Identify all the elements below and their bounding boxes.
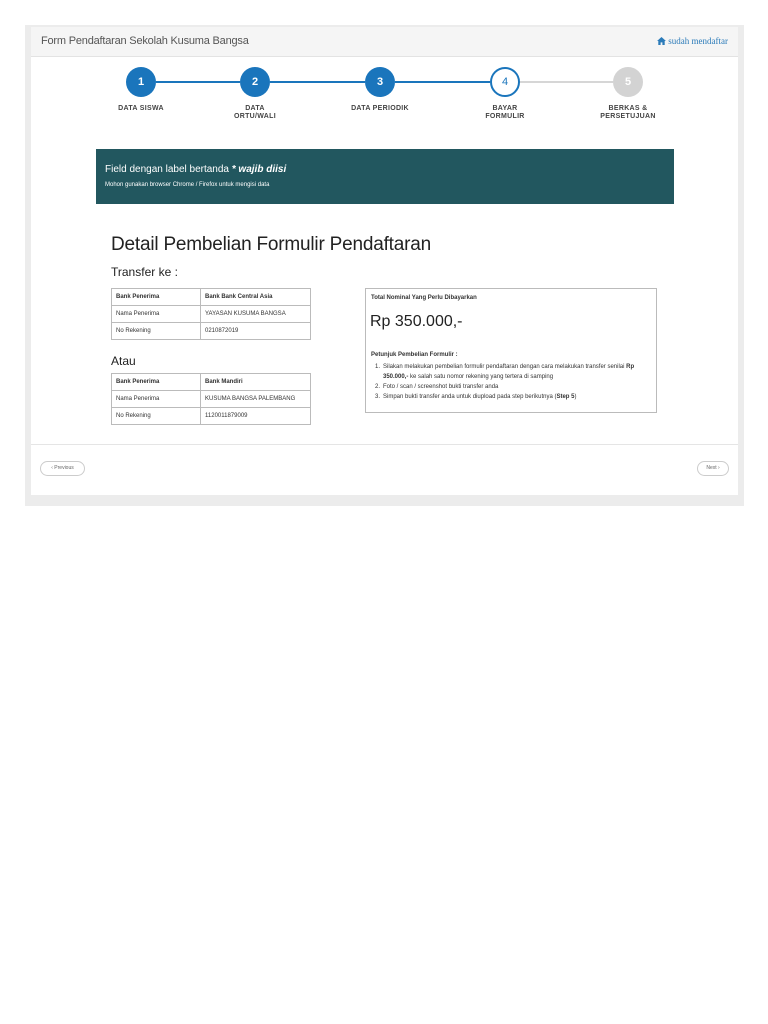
table-cell: Nama Penerima	[111, 305, 201, 323]
step-2-label-line2: ORTU/WALI	[234, 113, 276, 120]
table-cell: KUSUMA BANGSA PALEMBANG	[200, 390, 311, 408]
table-cell: 0210872019	[200, 322, 311, 340]
instruction-text: Foto / scan / screenshot bukti transfer …	[383, 384, 499, 390]
step-connector-1-2	[156, 81, 240, 83]
table-row: Nama Penerima YAYASAN KUSUMA BANGSA	[111, 305, 311, 323]
instruction-text: Silakan melakukan pembelian formulir pen…	[383, 364, 627, 370]
payment-total-box: Total Nominal Yang Perlu Dibayarkan Rp 3…	[365, 288, 657, 413]
step-5-label-line2: PERSETUJUAN	[600, 113, 656, 120]
next-button[interactable]: Next ›	[697, 461, 729, 476]
step-3-label: DATA PERIODIK	[335, 105, 425, 113]
step-connector-4-5	[520, 81, 613, 83]
step-1-label: DATA SISWA	[96, 105, 186, 113]
home-icon	[657, 37, 667, 45]
step-5-label-line1: BERKAS &	[608, 105, 648, 112]
table-row: Bank Penerima Bank Bank Central Asia	[111, 288, 311, 306]
list-item: 1. Silakan melakukan pembelian formulir p…	[375, 364, 635, 380]
instruction-step: Step 5	[556, 394, 575, 400]
alert-emphasis: * wajib diisi	[231, 164, 287, 175]
alert-sub-text: Mohon gunakan browser Chrome / Firefox u…	[105, 182, 270, 188]
list-item: 2. Foto / scan / screenshot bukti transfe…	[375, 384, 499, 390]
step-5-circle[interactable]: 5	[613, 67, 643, 97]
info-alert: Field dengan label bertanda * wajib diis…	[96, 149, 674, 204]
already-registered-label: sudah mendaftar	[668, 36, 728, 46]
table-cell: Bank Mandiri	[200, 373, 311, 391]
table-cell: No Rekening	[111, 322, 201, 340]
table-cell: 1120011879009	[200, 407, 311, 425]
table-row: No Rekening 1120011879009	[111, 407, 311, 425]
step-4-circle[interactable]: 4	[490, 67, 520, 97]
page-title: Detail Pembelian Formulir Pendaftaran	[111, 234, 431, 255]
step-4-label-line1: BAYAR	[492, 105, 518, 112]
step-5-label: BERKAS & PERSETUJUAN	[583, 105, 673, 121]
step-connector-3-4	[395, 81, 490, 83]
step-2-label-line1: DATA	[245, 105, 265, 112]
previous-button[interactable]: ‹ Previous	[40, 461, 85, 476]
table-cell: Nama Penerima	[111, 390, 201, 408]
instructions-list: 1. Silakan melakukan pembelian formulir p…	[375, 362, 655, 402]
step-3-label-line1: DATA PERIODIK	[351, 105, 409, 112]
step-4-label-line2: FORMULIR	[485, 113, 525, 120]
bank-mandiri-table: Bank Penerima Bank Mandiri Nama Penerima K…	[111, 373, 311, 425]
already-registered-link[interactable]: sudah mendaftar	[657, 36, 728, 46]
form-title: Form Pendaftaran Sekolah Kusuma Bangsa	[41, 35, 249, 47]
table-row: Nama Penerima KUSUMA BANGSA PALEMBANG	[111, 390, 311, 408]
step-connector-2-3	[270, 81, 365, 83]
bank-bca-table: Bank Penerima Bank Bank Central Asia Nama…	[111, 288, 311, 340]
table-row: No Rekening 0210872019	[111, 322, 311, 340]
alert-main-text: Field dengan label bertanda * wajib diis…	[105, 164, 286, 175]
step-2-circle[interactable]: 2	[240, 67, 270, 97]
alert-prefix: Field dengan label bertanda	[105, 164, 232, 175]
step-1-circle[interactable]: 1	[126, 67, 156, 97]
step-1-label-line1: DATA SISWA	[118, 105, 164, 112]
table-cell: No Rekening	[111, 407, 201, 425]
table-cell: YAYASAN KUSUMA BANGSA	[200, 305, 311, 323]
step-2-label: DATA ORTU/WALI	[210, 105, 300, 121]
total-label: Total Nominal Yang Perlu Dibayarkan	[371, 295, 477, 301]
step-3-circle[interactable]: 3	[365, 67, 395, 97]
instructions-title: Petunjuk Pembelian Formulir :	[371, 352, 458, 358]
footer-divider	[31, 444, 738, 445]
transfer-label: Transfer ke :	[111, 265, 178, 279]
instruction-text: )	[574, 394, 577, 400]
instruction-text: Simpan bukti transfer anda untuk diuploa…	[383, 394, 557, 400]
or-label: Atau	[111, 354, 136, 368]
table-cell: Bank Penerima	[111, 373, 201, 391]
table-cell: Bank Penerima	[111, 288, 201, 306]
list-item: 3. Simpan bukti transfer anda untuk diupl…	[375, 394, 577, 400]
instruction-text: ke salah satu nomor rekening yang terter…	[408, 374, 554, 380]
total-amount: Rp 350.000,-	[370, 313, 463, 330]
panel-header: Form Pendaftaran Sekolah Kusuma Bangsa s…	[31, 27, 738, 57]
step-4-label: BAYAR FORMULIR	[460, 105, 550, 121]
table-cell: Bank Bank Central Asia	[200, 288, 311, 306]
table-row: Bank Penerima Bank Mandiri	[111, 373, 311, 391]
